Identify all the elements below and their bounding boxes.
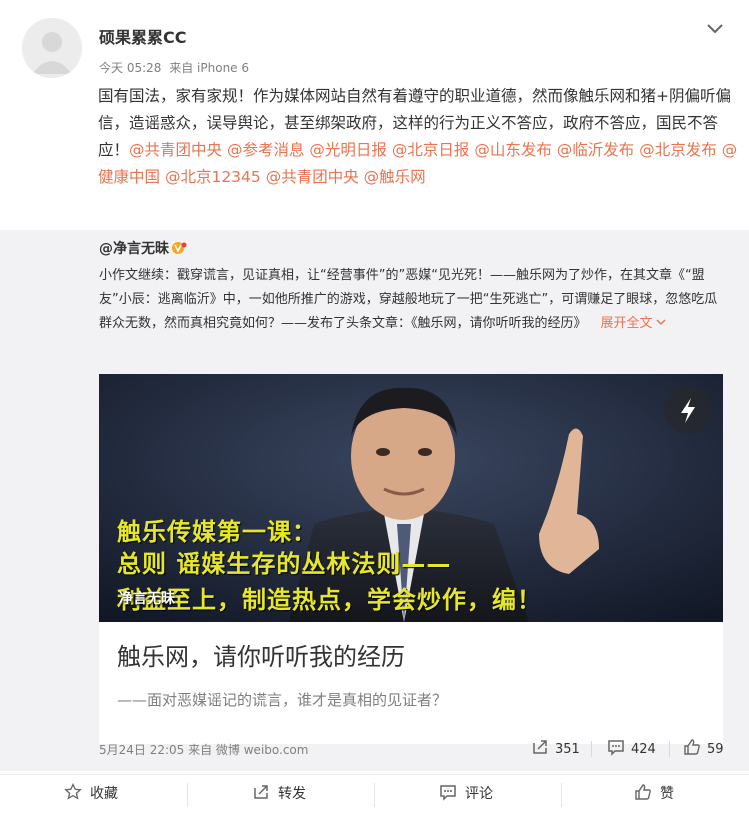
divider: [561, 783, 562, 807]
default-avatar-icon: [22, 18, 82, 78]
divider: [669, 741, 670, 757]
cover-overlay-text: 总则 谣媒生存的丛林法则——: [117, 550, 452, 578]
mention-link[interactable]: @山东发布: [474, 141, 552, 159]
chevron-down-icon: [656, 319, 666, 326]
cover-overlay-text: 利益至上，制造热点，学会炒作，编！: [117, 586, 542, 614]
expand-label[interactable]: 展开全文: [601, 316, 653, 331]
chevron-down-icon[interactable]: [704, 20, 726, 36]
avatar[interactable]: [22, 18, 82, 78]
repost-block[interactable]: @净言无昧 小作文继续：戳穿谎言，见证真相，让“经营事件”的”恶媒“见光死！——…: [0, 230, 749, 771]
comment-button[interactable]: 评论: [439, 783, 493, 805]
mention-link[interactable]: @光明日报: [309, 141, 387, 159]
action-bar: 收藏 转发 评论 赞: [0, 774, 749, 813]
comment-label: 评论: [465, 786, 493, 802]
comment-icon: [608, 740, 624, 756]
repost-count: 351: [555, 742, 580, 757]
flash-button[interactable]: [664, 386, 712, 434]
repost-text: 小作文继续：戳穿谎言，见证真相，让“经营事件”的”恶媒“见光死！——触乐网为了炒…: [99, 264, 729, 336]
mention-link[interactable]: @北京发布: [639, 141, 717, 159]
article-cover-image[interactable]: 触乐传媒第一课： 总则 谣媒生存的丛林法则—— 利益至上，制造热点，学会炒作，编…: [99, 374, 723, 622]
post-source: 来自 iPhone 6: [169, 61, 250, 75]
comment-count: 424: [631, 742, 656, 757]
post-header: 硕果累累CC 今天 05:28 来自 iPhone 6: [0, 0, 749, 82]
favorite-button[interactable]: 收藏: [64, 782, 118, 805]
expand-full-text-link[interactable]: 展开全文: [601, 316, 666, 331]
repost-icon: [254, 785, 268, 799]
divider: [374, 783, 375, 807]
article-subtitle: ——面对恶媒谣记的谎言，谁才是真相的见证者？: [117, 691, 448, 709]
repost-button[interactable]: 转发: [252, 783, 306, 805]
mention-link[interactable]: @共青团中央: [266, 168, 359, 186]
like-button[interactable]: 赞: [634, 783, 674, 805]
favorite-label: 收藏: [90, 786, 118, 802]
like-count: 59: [707, 742, 724, 757]
mention-link[interactable]: @参考消息: [227, 141, 305, 159]
star-icon: [64, 782, 82, 800]
like-label: 赞: [660, 786, 674, 802]
repost-username[interactable]: @净言无昧: [99, 240, 187, 258]
like-icon: [635, 784, 651, 800]
repost-label: 转发: [278, 786, 306, 802]
mention-link[interactable]: @临沂发布: [557, 141, 635, 159]
flash-icon: [681, 398, 695, 423]
repost-icon: [533, 740, 547, 754]
mention-link[interactable]: @北京日报: [392, 141, 470, 159]
cover-watermark: 净言无昧: [119, 591, 175, 607]
like-count-button[interactable]: 59: [683, 738, 724, 760]
divider: [591, 741, 592, 757]
mention-link[interactable]: @北京12345: [165, 168, 261, 186]
comment-icon: [440, 785, 456, 801]
vip-badge-icon: [172, 242, 187, 254]
like-icon: [684, 739, 700, 755]
mention-link[interactable]: @共青团中央: [129, 141, 222, 159]
username[interactable]: 硕果累累CC: [99, 28, 187, 48]
article-title[interactable]: 触乐网，请你听听我的经历: [117, 642, 405, 672]
divider: [187, 783, 188, 807]
comment-count-button[interactable]: 424: [607, 738, 656, 760]
post-text: 国有国法，家有家规！作为媒体网站自然有着遵守的职业道德，然而像触乐网和猪+阴偏听…: [98, 83, 738, 191]
cover-overlay-text: 触乐传媒第一课：: [117, 518, 317, 546]
repost-meta: 5月24日 22:05 来自 微博 weibo.com: [99, 743, 309, 757]
repost-username-text[interactable]: @净言无昧: [99, 241, 169, 257]
mention-link[interactable]: @触乐网: [364, 168, 426, 186]
post-time: 今天 05:28: [99, 61, 162, 75]
post-meta: 今天 05:28 来自 iPhone 6: [99, 60, 249, 76]
article-card[interactable]: 触乐传媒第一课： 总则 谣媒生存的丛林法则—— 利益至上，制造热点，学会炒作，编…: [99, 374, 723, 744]
repost-count-button[interactable]: 351: [531, 738, 580, 760]
repost-footer: 5月24日 22:05 来自 微博 weibo.com 351 424 59: [99, 738, 727, 760]
